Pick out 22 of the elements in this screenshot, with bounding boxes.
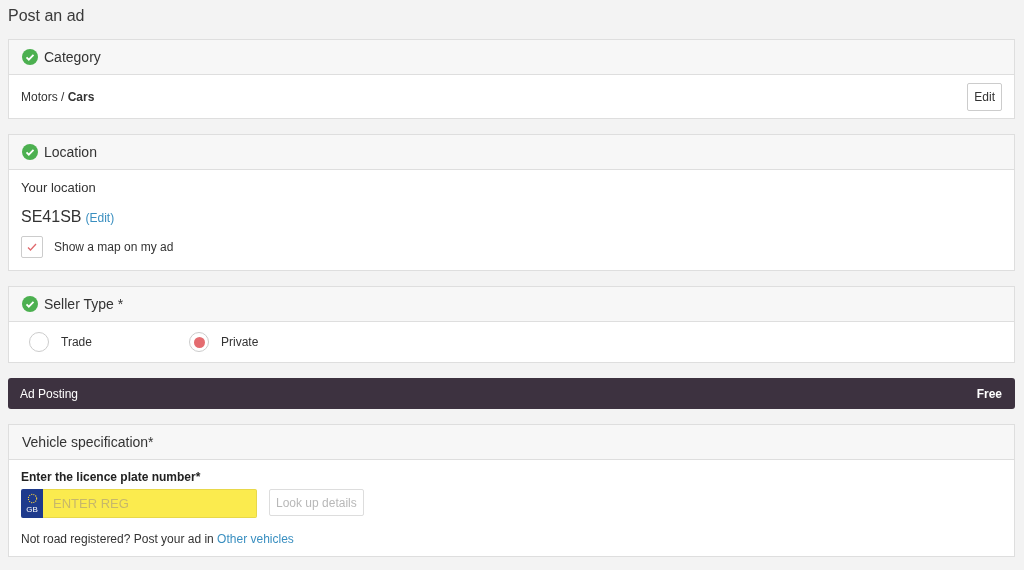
other-vehicles-link[interactable]: Other vehicles [217, 532, 294, 546]
note-text: Not road registered? Post your ad in Other vehicles [21, 532, 295, 546]
stars-circle-icon [26, 493, 38, 504]
category-path: Motors / Cars [21, 89, 95, 104]
postcode: SE41SB [21, 208, 82, 226]
price: Free [976, 386, 1002, 401]
page-title: Post an ad [8, 6, 86, 26]
radio-label: Trade [61, 335, 92, 349]
plate-label: Enter the licence plate number* [21, 470, 202, 484]
checkbox[interactable] [21, 236, 43, 258]
check-icon [26, 241, 38, 253]
section-title: Seller Type * [44, 296, 124, 312]
radio-label: Private [221, 335, 259, 349]
location-label: Your location [21, 180, 97, 195]
section-title: Location [44, 144, 97, 160]
edit-link[interactable]: (Edit) [85, 211, 115, 225]
checkbox-label: Show a map on my ad [54, 240, 174, 254]
section-title: Vehicle specification* [22, 434, 154, 450]
country-code: GB [26, 505, 38, 514]
ad-posting-label: Ad Posting [20, 386, 79, 401]
edit-button[interactable]: Edit [967, 82, 1002, 111]
section-title: Category [44, 49, 101, 65]
